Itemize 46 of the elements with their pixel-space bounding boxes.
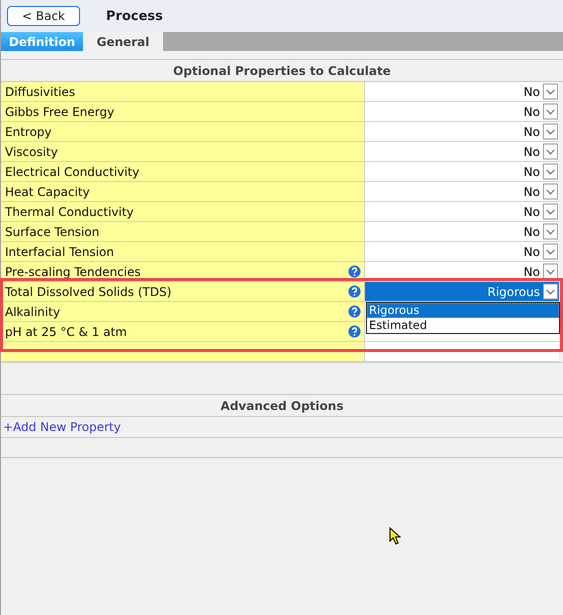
section-heading: Advanced Options [1, 394, 563, 417]
dropdown-arrow-button[interactable] [543, 143, 558, 160]
dropdown-arrow-button[interactable] [543, 263, 558, 280]
dropdown-arrow-button[interactable] [543, 283, 558, 300]
tab[interactable]: General [83, 32, 163, 51]
value-dropdown[interactable]: No [365, 182, 559, 201]
property-name: Alkalinity [5, 304, 60, 318]
help-icon[interactable] [348, 305, 361, 318]
property-name: Interfacial Tension [5, 244, 114, 258]
value-dropdown[interactable]: No [365, 102, 559, 121]
value-dropdown[interactable]: No [365, 142, 559, 161]
property-name: Electrical Conductivity [5, 164, 140, 178]
property-name: pH at 25 °C & 1 atm [5, 324, 127, 338]
help-icon[interactable] [348, 285, 361, 298]
section-heading: Optional Properties to Calculate [1, 59, 563, 82]
value-dropdown[interactable]: No [365, 162, 559, 181]
dropdown-arrow-button[interactable] [543, 183, 558, 200]
value-dropdown[interactable]: No [365, 202, 559, 221]
dropdown-arrow-button[interactable] [543, 83, 558, 100]
property-name: Thermal Conductivity [5, 204, 134, 218]
value-dropdown[interactable]: No [365, 242, 559, 261]
property-name: Entropy [5, 124, 52, 138]
dropdown-arrow-button[interactable] [543, 103, 558, 120]
property-name: Gibbs Free Energy [5, 104, 114, 118]
dropdown-option[interactable]: Rigorous [367, 303, 559, 318]
dropdown-option[interactable]: Estimated [367, 318, 559, 333]
property-name: Heat Capacity [5, 184, 90, 198]
property-name: Total Dissolved Solids (TDS) [5, 284, 172, 298]
value-dropdown[interactable]: No [365, 122, 559, 141]
dropdown-arrow-button[interactable] [543, 163, 558, 180]
help-icon[interactable] [348, 325, 361, 338]
value-dropdown[interactable]: No [365, 222, 559, 241]
add-property-link[interactable]: +Add New Property [3, 420, 121, 434]
dropdown-arrow-button[interactable] [543, 223, 558, 240]
dropdown-arrow-button[interactable] [543, 243, 558, 260]
property-name: Diffusivities [5, 84, 76, 98]
property-name: Pre-scaling Tendencies [5, 264, 141, 278]
property-name: Surface Tension [5, 224, 100, 238]
help-icon[interactable] [348, 265, 361, 278]
page-title: Process [106, 8, 163, 24]
mouse-cursor-icon [389, 527, 401, 545]
property-name: Viscosity [5, 144, 58, 158]
dropdown-arrow-button[interactable] [543, 203, 558, 220]
value-dropdown[interactable]: No [365, 82, 559, 101]
dropdown-arrow-button[interactable] [543, 123, 558, 140]
back-button[interactable]: < Back [7, 6, 80, 26]
